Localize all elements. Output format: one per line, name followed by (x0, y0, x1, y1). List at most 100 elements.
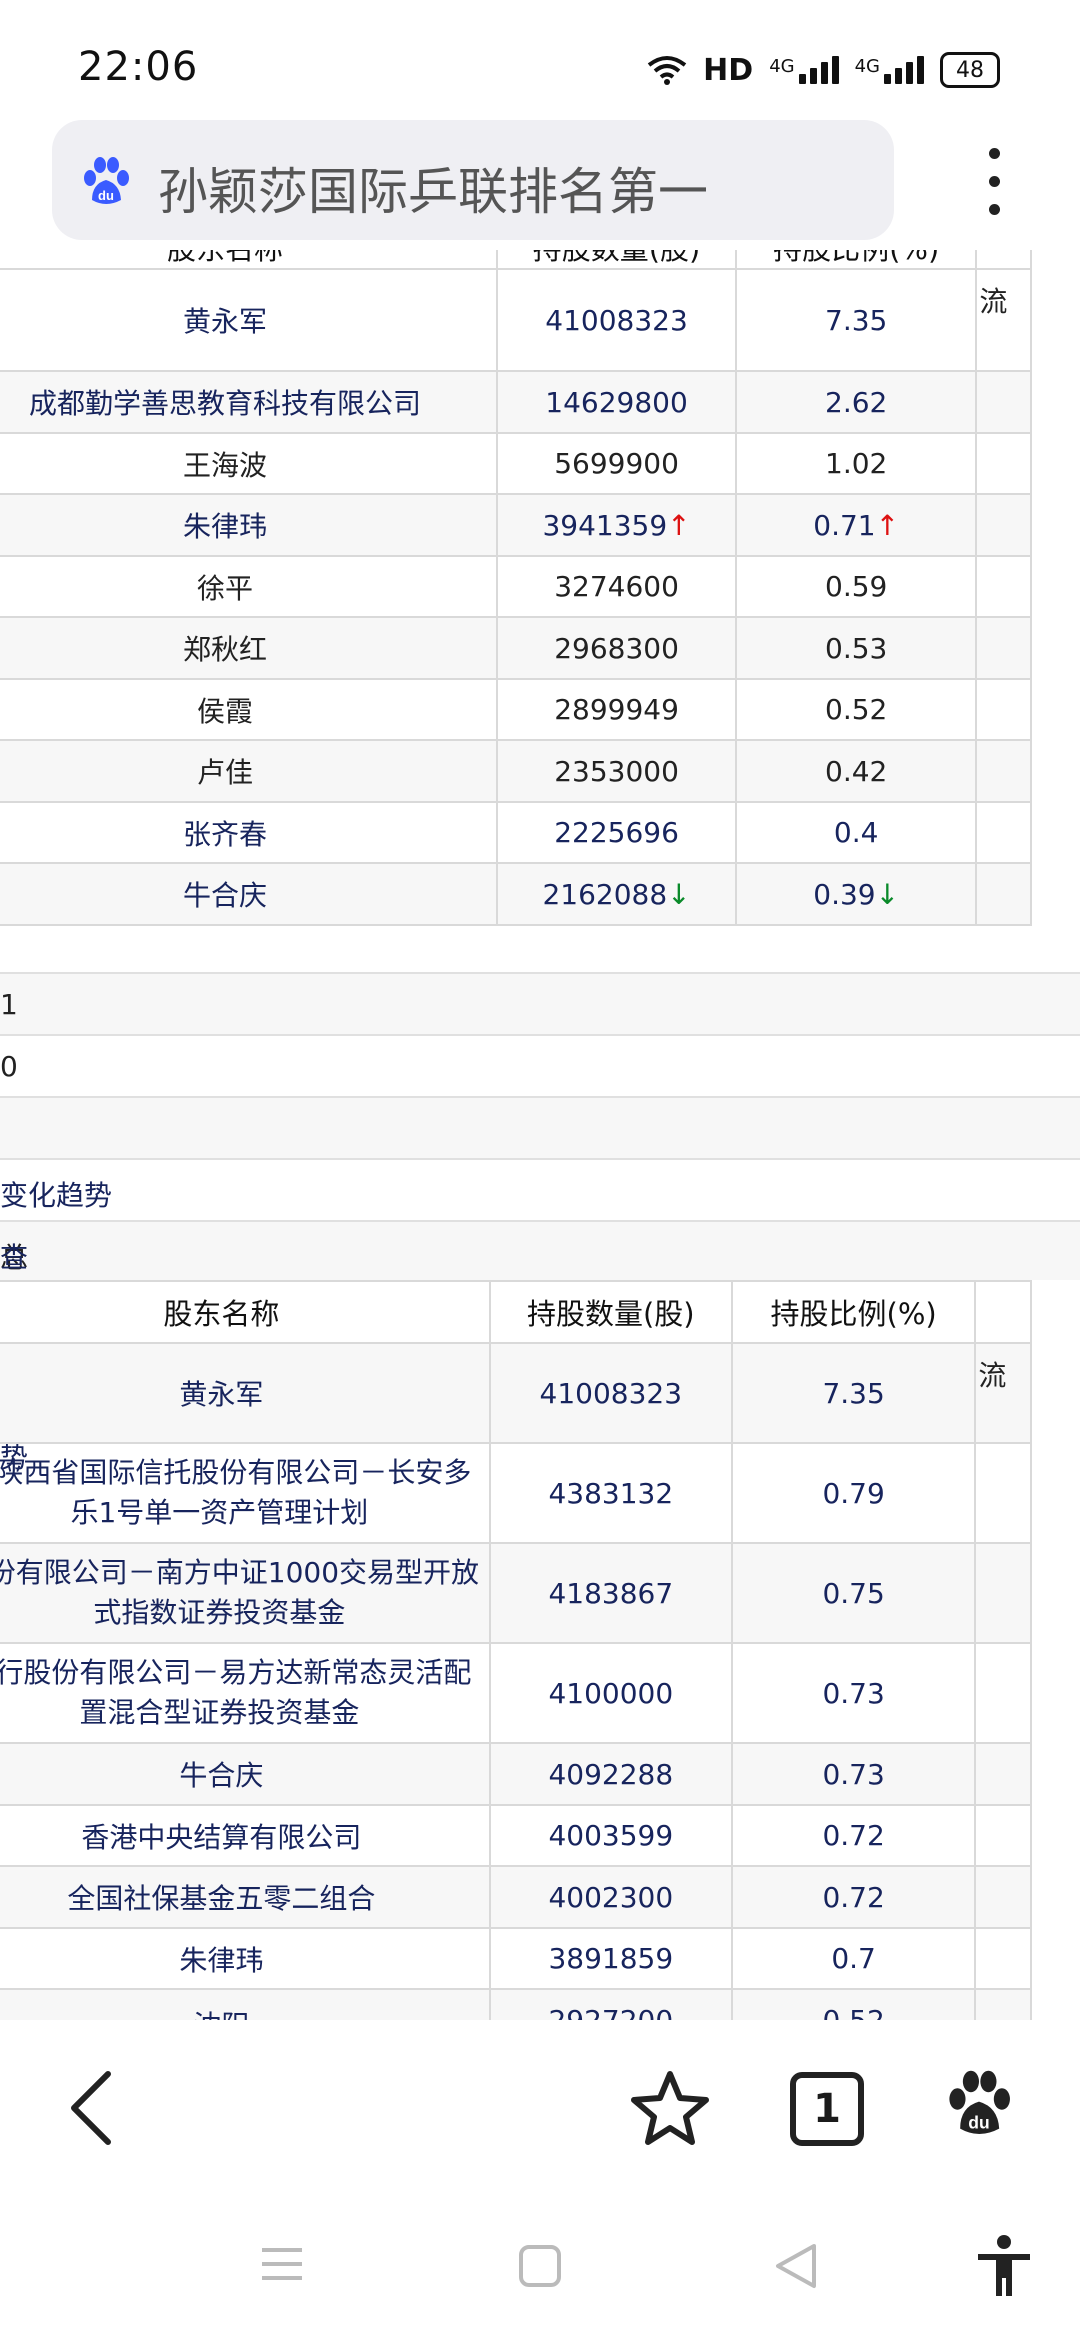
table-row-name[interactable]: 股份有限公司－南方中证1000交易型开放式指数证券投资基金 (0, 1542, 491, 1644)
signal-icon-1: 4G (769, 56, 839, 84)
total-row: 总股本计算) 查看变化趋势 (0, 1220, 1080, 1474)
info-row: 0 (0, 1034, 1080, 1096)
search-query[interactable]: 孙颖莎国际乒联排名第一 (158, 152, 708, 224)
table-row-shares: 4383132 (488, 1442, 733, 1544)
table-row-ratio: 0.4 (735, 801, 978, 864)
status-time: 22:06 (78, 44, 199, 90)
home-square-icon[interactable] (518, 2244, 562, 2288)
table-row-shares: 41008323 (496, 268, 738, 372)
table-row-name[interactable]: 牛合庆 (0, 1742, 491, 1806)
more-menu-icon[interactable] (984, 148, 1004, 224)
table-row-shares: 2899949 (496, 678, 738, 741)
col-header-ratio: 持股比例(%) (735, 250, 978, 270)
table-row-shares: 2225696 (496, 801, 738, 864)
table-row-name[interactable]: 全国社保基金五零二组合 (0, 1865, 491, 1929)
table-row-shares: 4183867 (488, 1542, 733, 1644)
table-row-ratio: 1.02 (735, 432, 978, 495)
table-row-shares: 4100000 (488, 1642, 733, 1744)
table-row-shares: 2927200 (488, 1988, 733, 2020)
table-row-side: 流 (974, 1342, 1032, 1444)
table-row-ratio: 0.72 (730, 1865, 977, 1929)
table-row-ratio: 0.42 (735, 739, 978, 803)
table-row-name[interactable]: 银行股份有限公司－易方达新常态灵活配置混合型证券投资基金 (0, 1642, 491, 1744)
table-row-shares: 3891859 (488, 1927, 733, 1990)
table-row-shares: 3941359↑ (496, 493, 738, 557)
table-row-shares: 41008323 (488, 1342, 733, 1444)
page-content: 股东名称 持股数量(股) 持股比例(%) 黄永军 41008323 7.35 流… (0, 250, 1080, 2020)
table-row-shares: 4002300 (488, 1865, 733, 1929)
view-trend-link[interactable]: 变化趋势 (0, 1174, 112, 1214)
top-shareholders-table: 股东名称 持股数量(股) 持股比例(%) 黄永军 41008323 7.35 流… (0, 250, 1032, 926)
table-row-name: 侯霞 (0, 678, 499, 741)
table-row-name[interactable]: 黄永军 (0, 1342, 491, 1444)
circulating-shareholders-table: 股东名称 持股数量(股) 持股比例(%) 黄永军 41008323 7.35 流… (0, 1280, 1032, 2020)
hd-label: HD (703, 52, 754, 88)
down-arrow-icon: ↓ (667, 877, 691, 911)
table-row-name[interactable]: 牛合庆 (0, 862, 499, 926)
table-row-name: 王海波 (0, 432, 499, 495)
table-row-ratio: 0.52 (735, 678, 978, 741)
up-arrow-icon: ↑ (667, 508, 691, 542)
table-row-ratio: 0.7 (730, 1927, 977, 1990)
table-row-name[interactable]: 沈阳 (0, 1988, 491, 2020)
col-header-name: 股东名称 (0, 1280, 491, 1344)
status-bar: 22:06 HD 4G 4G 48 (0, 0, 1080, 120)
table-row-shares: 14629800 (496, 370, 738, 434)
status-icons: HD 4G 4G 48 (647, 52, 1000, 88)
table-row-ratio: 0.53 (735, 616, 978, 680)
table-row-ratio: 0.59 (735, 555, 978, 618)
menu-lines-icon[interactable] (260, 2244, 304, 2284)
info-row (0, 1096, 1080, 1158)
system-navbar (0, 2200, 1080, 2340)
baidu-paw-icon[interactable]: du (944, 2068, 1014, 2138)
wifi-icon (647, 56, 687, 85)
table-row-shares: 2162088↓ (496, 862, 738, 926)
table-row-shares: 4092288 (488, 1742, 733, 1806)
table-row-name[interactable]: －陕西省国际信托股份有限公司－长安多乐1号单一资产管理计划 (0, 1442, 491, 1544)
table-row-name[interactable]: 朱律玮 (0, 1927, 491, 1990)
table-row-ratio: 0.39↓ (735, 862, 978, 926)
table-row-shares: 2968300 (496, 616, 738, 680)
table-row-name[interactable]: 张齐春 (0, 801, 499, 864)
table-row-ratio: 7.35 (735, 268, 978, 372)
table-row-name[interactable]: 香港中央结算有限公司 (0, 1804, 491, 1867)
col-header-name: 股东名称 (0, 250, 499, 270)
tabs-count-button[interactable]: 1 (790, 2072, 864, 2146)
table-row-ratio: 0.73 (730, 1642, 977, 1744)
table-row-shares: 3274600 (496, 555, 738, 618)
table-row-ratio: 0.73 (730, 1742, 977, 1806)
star-icon[interactable] (630, 2068, 710, 2148)
info-row: 1 (0, 972, 1080, 1034)
browser-toolbar: 1 du (0, 2020, 1080, 2200)
table-row-ratio: 2.62 (735, 370, 978, 434)
col-header-ratio: 持股比例(%) (730, 1280, 977, 1344)
back-arrow-icon[interactable] (64, 2068, 116, 2148)
signal-icon-2: 4G (855, 56, 924, 84)
up-arrow-icon: ↑ (875, 508, 900, 542)
table-row-name[interactable]: 成都勤学善思教育科技有限公司 (0, 370, 499, 434)
table-row-side: 流 (975, 268, 1032, 372)
table-row-shares: 4003599 (488, 1804, 733, 1867)
table-row-name: 徐平 (0, 555, 499, 618)
col-header-shares: 持股数量(股) (488, 1280, 733, 1344)
accessibility-icon[interactable] (974, 2234, 1034, 2298)
col-header-shares: 持股数量(股) (496, 250, 738, 270)
battery-icon: 48 (940, 52, 1000, 88)
table-row-ratio: 0.52 (730, 1988, 977, 2020)
back-triangle-icon[interactable] (774, 2242, 818, 2290)
search-bar[interactable]: du 孙颖莎国际乒联排名第一 (52, 120, 894, 240)
baidu-paw-icon: du (84, 157, 129, 204)
table-row-ratio: 0.79 (730, 1442, 977, 1544)
table-row-ratio: 0.75 (730, 1542, 977, 1644)
table-row-name: 郑秋红 (0, 616, 499, 680)
table-row-ratio: 7.35 (730, 1342, 977, 1444)
table-row-name: 卢佳 (0, 739, 499, 803)
down-arrow-icon: ↓ (875, 877, 900, 911)
svg-text:du: du (968, 2113, 989, 2133)
trend-row[interactable]: 变化趋势 (0, 1158, 1080, 1220)
table-row-shares: 5699900 (496, 432, 738, 495)
table-row-ratio: 0.71↑ (735, 493, 978, 557)
table-row-name[interactable]: 朱律玮 (0, 493, 499, 557)
table-row-name[interactable]: 黄永军 (0, 268, 499, 372)
svg-text:du: du (98, 188, 114, 203)
